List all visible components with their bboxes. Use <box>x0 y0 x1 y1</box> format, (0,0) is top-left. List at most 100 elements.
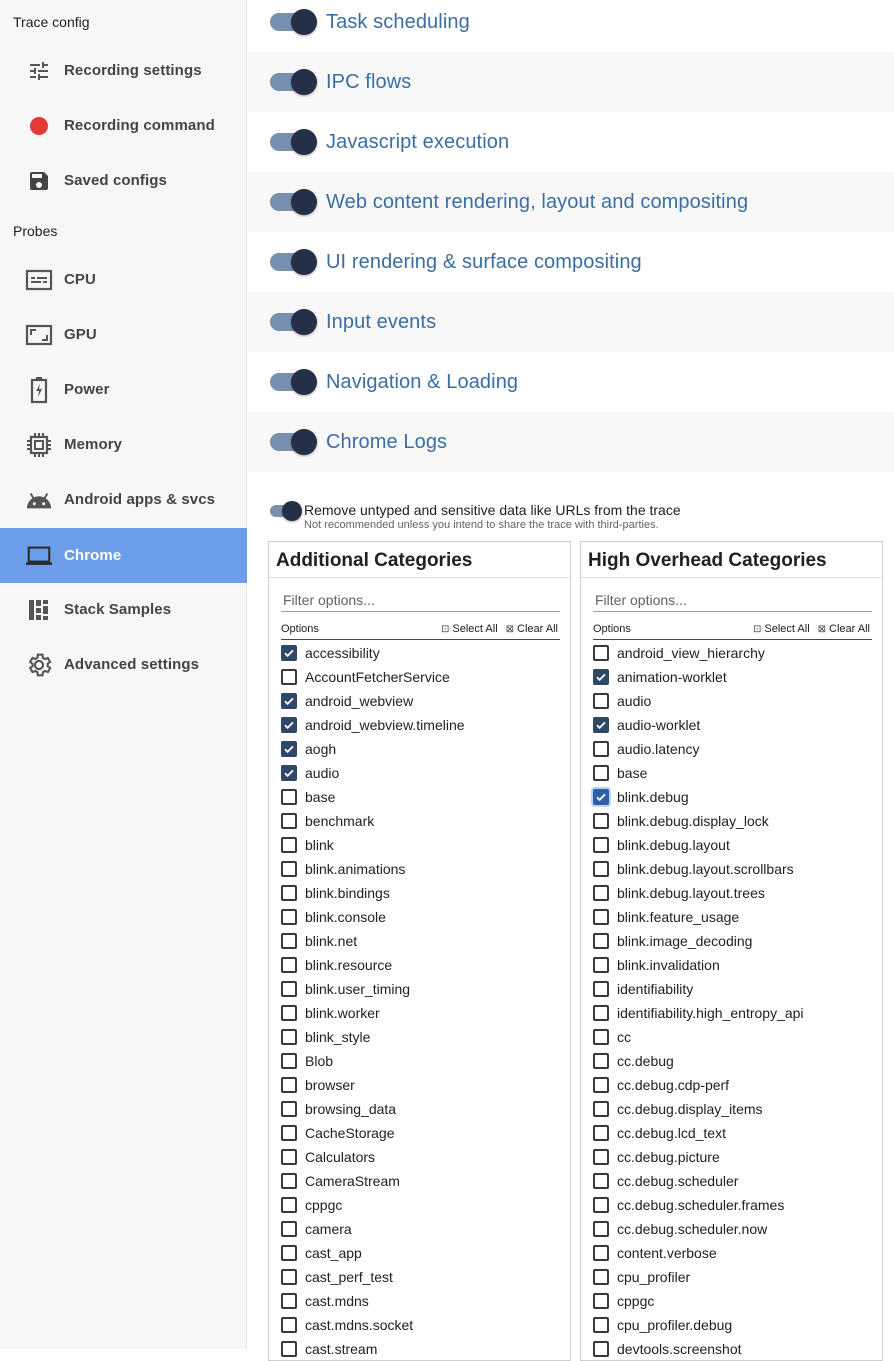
sidebar-item-recording-settings[interactable]: Recording settings <box>0 43 247 98</box>
option-item[interactable]: audio.latency <box>593 737 878 761</box>
clear-all-button[interactable]: ⊠ Clear All <box>506 623 558 635</box>
option-item[interactable]: CameraStream <box>281 1169 566 1193</box>
checkbox-unchecked[interactable] <box>593 1221 609 1237</box>
option-item[interactable]: cc.debug <box>593 1049 878 1073</box>
option-item[interactable]: cc.debug.scheduler.frames <box>593 1193 878 1217</box>
checkbox-unchecked[interactable] <box>281 1245 297 1261</box>
option-item[interactable]: cc.debug.lcd_text <box>593 1121 878 1145</box>
option-item[interactable]: blink_style <box>281 1025 566 1049</box>
checkbox-unchecked[interactable] <box>593 765 609 781</box>
sidebar-item-saved-configs[interactable]: Saved configs <box>0 153 247 208</box>
option-item[interactable]: cppgc <box>281 1193 566 1217</box>
sidebar-item-chrome[interactable]: Chrome <box>0 528 247 583</box>
option-item[interactable]: cast_app <box>281 1241 566 1265</box>
checkbox-unchecked[interactable] <box>593 861 609 877</box>
privacy-filter-toggle[interactable] <box>270 501 304 523</box>
checkbox-unchecked[interactable] <box>593 1317 609 1333</box>
option-item[interactable]: cc.debug.picture <box>593 1145 878 1169</box>
checkbox-unchecked[interactable] <box>593 1149 609 1165</box>
checkbox-unchecked[interactable] <box>281 1029 297 1045</box>
checkbox-unchecked[interactable] <box>593 1077 609 1093</box>
option-item[interactable]: blink.animations <box>281 857 566 881</box>
option-item[interactable]: blink.debug.layout <box>593 833 878 857</box>
checkbox-checked[interactable] <box>593 789 609 805</box>
checkbox-unchecked[interactable] <box>593 1269 609 1285</box>
checkbox-unchecked[interactable] <box>593 1101 609 1117</box>
checkbox-unchecked[interactable] <box>593 957 609 973</box>
checkbox-unchecked[interactable] <box>281 981 297 997</box>
option-item[interactable]: android_view_hierarchy <box>593 641 878 665</box>
checkbox-checked[interactable] <box>593 669 609 685</box>
checkbox-unchecked[interactable] <box>281 933 297 949</box>
checkbox-unchecked[interactable] <box>593 1029 609 1045</box>
option-item[interactable]: audio <box>593 689 878 713</box>
option-item[interactable]: blink.image_decoding <box>593 929 878 953</box>
option-item[interactable]: blink.feature_usage <box>593 905 878 929</box>
option-item[interactable]: blink.debug.layout.scrollbars <box>593 857 878 881</box>
checkbox-unchecked[interactable] <box>281 813 297 829</box>
checkbox-checked[interactable] <box>281 765 297 781</box>
checkbox-unchecked[interactable] <box>593 1053 609 1069</box>
option-item[interactable]: cc.debug.cdp-perf <box>593 1073 878 1097</box>
option-item[interactable]: cppgc <box>593 1289 878 1313</box>
checkbox-unchecked[interactable] <box>281 1149 297 1165</box>
checkbox-checked[interactable] <box>593 717 609 733</box>
checkbox-unchecked[interactable] <box>593 1125 609 1141</box>
checkbox-unchecked[interactable] <box>593 1293 609 1309</box>
checkbox-unchecked[interactable] <box>281 1125 297 1141</box>
option-item[interactable]: cc.debug.scheduler.now <box>593 1217 878 1241</box>
ipc-flows-toggle[interactable] <box>270 69 318 95</box>
checkbox-checked[interactable] <box>281 717 297 733</box>
option-item[interactable]: aogh <box>281 737 566 761</box>
filter-input[interactable] <box>281 588 560 612</box>
checkbox-unchecked[interactable] <box>281 861 297 877</box>
option-item[interactable]: Blob <box>281 1049 566 1073</box>
select-all-button[interactable]: ⊡ Select All <box>753 623 810 635</box>
web-content-rendering-toggle[interactable] <box>270 189 318 215</box>
option-item[interactable]: blink.debug.display_lock <box>593 809 878 833</box>
option-item[interactable]: Calculators <box>281 1145 566 1169</box>
sidebar-item-android-apps[interactable]: Android apps & svcs <box>0 472 247 527</box>
checkbox-unchecked[interactable] <box>593 645 609 661</box>
option-item[interactable]: audio <box>281 761 566 785</box>
option-item[interactable]: accessibility <box>281 641 566 665</box>
select-all-button[interactable]: ⊡ Select All <box>441 623 498 635</box>
checkbox-unchecked[interactable] <box>593 837 609 853</box>
checkbox-unchecked[interactable] <box>593 1341 609 1357</box>
checkbox-unchecked[interactable] <box>281 1341 297 1357</box>
option-item[interactable]: blink.net <box>281 929 566 953</box>
option-item[interactable]: blink.invalidation <box>593 953 878 977</box>
option-item[interactable]: content.verbose <box>593 1241 878 1265</box>
checkbox-unchecked[interactable] <box>281 885 297 901</box>
checkbox-unchecked[interactable] <box>281 1221 297 1237</box>
checkbox-unchecked[interactable] <box>593 933 609 949</box>
sidebar-item-recording-command[interactable]: Recording command <box>0 98 247 153</box>
option-item[interactable]: cast.stream <box>281 1337 566 1361</box>
option-item[interactable]: blink.bindings <box>281 881 566 905</box>
option-item[interactable]: blink.worker <box>281 1001 566 1025</box>
checkbox-unchecked[interactable] <box>281 1269 297 1285</box>
option-item[interactable]: identifiability <box>593 977 878 1001</box>
ui-rendering-toggle[interactable] <box>270 249 318 275</box>
option-item[interactable]: cpu_profiler.debug <box>593 1313 878 1337</box>
navigation-loading-toggle[interactable] <box>270 369 318 395</box>
option-item[interactable]: CacheStorage <box>281 1121 566 1145</box>
option-item[interactable]: base <box>593 761 878 785</box>
option-item[interactable]: cc <box>593 1025 878 1049</box>
option-item[interactable]: blink.debug <box>593 785 878 809</box>
option-item[interactable]: cpu_profiler <box>593 1265 878 1289</box>
option-item[interactable]: benchmark <box>281 809 566 833</box>
checkbox-checked[interactable] <box>281 693 297 709</box>
checkbox-unchecked[interactable] <box>281 789 297 805</box>
checkbox-unchecked[interactable] <box>281 1173 297 1189</box>
checkbox-unchecked[interactable] <box>593 1245 609 1261</box>
sidebar-item-gpu[interactable]: GPU <box>0 307 247 362</box>
option-item[interactable]: browsing_data <box>281 1097 566 1121</box>
option-item[interactable]: blink.debug.layout.trees <box>593 881 878 905</box>
checkbox-unchecked[interactable] <box>281 1293 297 1309</box>
checkbox-unchecked[interactable] <box>593 813 609 829</box>
checkbox-unchecked[interactable] <box>593 693 609 709</box>
option-item[interactable]: cast.mdns.socket <box>281 1313 566 1337</box>
checkbox-checked[interactable] <box>281 645 297 661</box>
sidebar-item-cpu[interactable]: CPU <box>0 252 247 307</box>
